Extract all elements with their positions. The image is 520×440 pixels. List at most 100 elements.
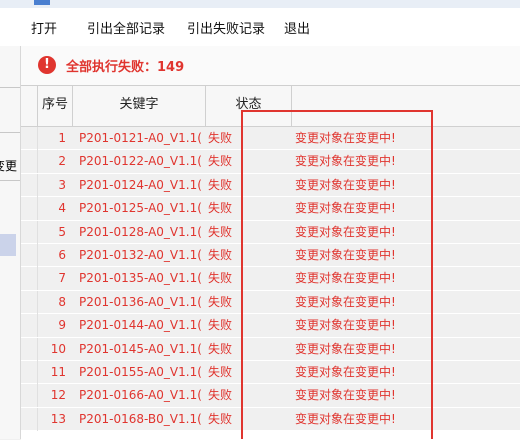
cell-index: 3 (58, 177, 66, 192)
cell-key: P201-0135-A0_V1.1( (79, 271, 202, 286)
cell-message: 变更对象在变更中! (295, 318, 396, 333)
cell-status: 失败 (208, 271, 233, 286)
menu-bar: 打开 引出全部记录 引出失败记录 退出 (0, 8, 520, 46)
cell-index: 4 (58, 201, 66, 216)
cell-key: P201-0136-A0_V1.1( (79, 294, 202, 309)
menu-exit[interactable]: 退出 (284, 18, 310, 37)
menu-export-failed[interactable]: 引出失败记录 (187, 18, 265, 37)
cell-index: 2 (58, 154, 66, 169)
row-selector (21, 150, 38, 174)
table-row[interactable]: 3 P201-0124-A0_V1.1( 失败 变更对象在变更中! (21, 173, 520, 198)
cell-key: P201-0124-A0_V1.1( (79, 177, 202, 192)
cell-status: 失败 (208, 318, 233, 333)
column-header-index[interactable]: 序号 (38, 86, 73, 126)
cell-key: P201-0166-A0_V1.1( (79, 388, 202, 403)
cell-message: 变更对象在变更中! (295, 247, 396, 262)
cell-status: 失败 (208, 177, 233, 192)
table-header: 序号 关键字 状态 (21, 86, 520, 127)
result-table[interactable]: 序号 关键字 状态 1 P201-0121-A0_V1.1(失败 变更对象在变更中!… (21, 85, 520, 440)
cell-key: P201-0144-A0_V1.1( (79, 318, 202, 333)
cell-message: 变更对象在变更中! (295, 201, 396, 216)
cell-key: P201-0145-A0_V1.1( (79, 341, 202, 356)
table-row[interactable]: 12 P201-0166-A0_V1.1( 失败 变更对象在变更中! (21, 384, 520, 408)
cell-message: 变更对象在变更中! (295, 271, 396, 286)
cell-key: P201-0155-A0_V1.1( (79, 364, 202, 379)
cell-status: 失败 (208, 224, 233, 239)
table-row[interactable]: 8 P201-0136-A0_V1.1( 失败 变更对象在变更中! (21, 290, 520, 315)
cell-index: 1 (58, 131, 66, 145)
status-message: 全部执行失败：149 (66, 59, 185, 75)
cell-key: P201-0168-B0_V1.1( (79, 411, 202, 426)
table-row[interactable]: 11 P201-0155-A0_V1.1( 失败 变更对象在变更中! (21, 360, 520, 385)
cell-status: 失败 (208, 247, 233, 262)
row-selector (21, 220, 38, 244)
row-selector (21, 314, 38, 338)
table-row[interactable]: 10 P201-0145-A0_V1.1( 失败 变更对象在变更中! (21, 337, 520, 361)
table-row[interactable]: 2 P201-0122-A0_V1.1( 失败 变更对象在变更中! (21, 150, 520, 174)
cell-index: 12 (50, 388, 66, 403)
cell-status: 失败 (208, 201, 233, 216)
row-selector (21, 407, 38, 431)
window-icon (34, 0, 50, 5)
cell-message: 变更对象在变更中! (295, 388, 396, 403)
cell-message: 变更对象在变更中! (295, 131, 396, 145)
cell-status: 失败 (208, 154, 233, 169)
status-bar: ! 全部执行失败：149 (21, 46, 520, 84)
cell-status: 失败 (208, 341, 233, 356)
pane-divider (0, 132, 20, 133)
column-header-message[interactable] (292, 86, 520, 126)
pane-divider (0, 180, 20, 181)
cell-message: 变更对象在变更中! (295, 294, 396, 309)
cell-message: 变更对象在变更中! (295, 154, 396, 169)
cell-index: 13 (50, 411, 66, 426)
cell-status: 失败 (208, 364, 233, 379)
error-icon: ! (38, 56, 56, 74)
table-row[interactable]: 6 P201-0132-A0_V1.1(失败 变更对象在变更中! (21, 243, 520, 268)
row-selector-header (21, 86, 38, 126)
cell-status: 失败 (208, 294, 233, 309)
table-row[interactable]: 5 P201-0128-A0_V1.1( 失败 变更对象在变更中! (21, 220, 520, 244)
table-row[interactable]: 1 P201-0121-A0_V1.1( 失败 变更对象在变更中! (21, 127, 520, 151)
row-selector (21, 127, 38, 150)
cell-key: P201-0132-A0_V1.1( (79, 247, 202, 262)
cell-message: 变更对象在变更中! (295, 341, 396, 356)
background-column-label: 变更 (0, 159, 18, 173)
cell-key: P201-0121-A0_V1.1( (79, 131, 202, 145)
cell-status: 失败 (208, 388, 233, 403)
cell-index: 9 (58, 318, 66, 333)
window-top-strip (0, 0, 520, 8)
table-body: 1 P201-0121-A0_V1.1(失败 变更对象在变更中! 2 P201-0122… (21, 127, 520, 432)
row-selector (21, 173, 38, 197)
cell-key: P201-0125-A0_V1.1( (79, 201, 202, 216)
cell-index: 10 (50, 341, 66, 356)
cell-index: 8 (58, 294, 66, 309)
cell-status: 失败 (208, 131, 233, 145)
cell-status: 失败 (208, 411, 233, 426)
background-selected-row (0, 234, 16, 256)
row-selector (21, 337, 38, 361)
row-selector (21, 384, 38, 408)
cell-message: 变更对象在变更中! (295, 411, 396, 426)
column-header-status[interactable]: 状态 (206, 86, 292, 126)
table-row[interactable]: 13 P201-0168-B0_V1.1( 失败 变更对象在变更中! (21, 407, 520, 432)
cell-index: 7 (58, 271, 66, 286)
cell-message: 变更对象在变更中! (295, 224, 396, 239)
column-header-key[interactable]: 关键字 (73, 86, 206, 126)
row-selector (21, 360, 38, 384)
row-selector (21, 267, 38, 291)
menu-open[interactable]: 打开 (31, 18, 57, 37)
cell-message: 变更对象在变更中! (295, 364, 396, 379)
cell-key: P201-0122-A0_V1.1( (79, 154, 202, 169)
row-selector (21, 290, 38, 314)
cell-key: P201-0128-A0_V1.1( (79, 224, 202, 239)
background-window-pane: 变更 (0, 46, 20, 439)
row-selector (21, 243, 38, 267)
table-row[interactable]: 7 P201-0135-A0_V1.1( 失败 变更对象在变更中! (21, 267, 520, 291)
cell-index: 11 (50, 364, 66, 379)
cell-index: 5 (58, 224, 66, 239)
menu-export-all[interactable]: 引出全部记录 (87, 18, 165, 37)
table-row[interactable]: 9 P201-0144-A0_V1.1( 失败 变更对象在变更中! (21, 314, 520, 338)
cell-message: 变更对象在变更中! (295, 177, 396, 192)
pane-divider (0, 87, 20, 88)
table-row[interactable]: 4 P201-0125-A0_V1.1( 失败 变更对象在变更中! (21, 197, 520, 221)
